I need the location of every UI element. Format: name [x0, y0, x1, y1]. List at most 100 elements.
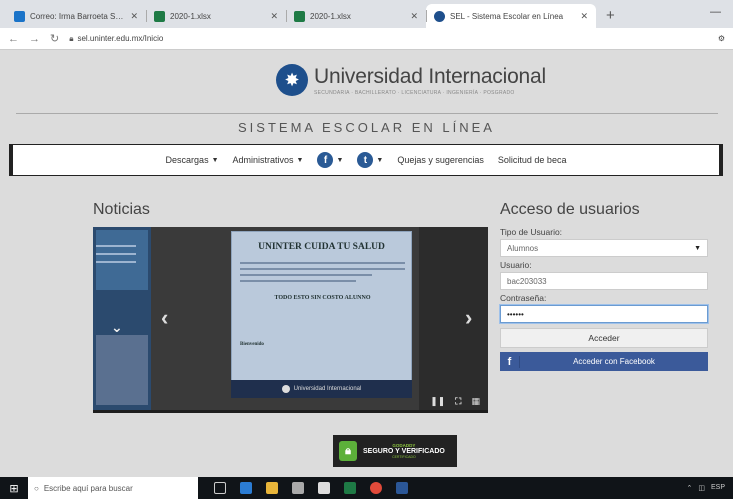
news-carousel: ⌄ ‹ UNINTER CUIDA TU SALUD TODO ESTO SIN…	[93, 227, 488, 413]
close-icon[interactable]: ✕	[130, 11, 138, 22]
text-line	[240, 268, 405, 270]
user-type-select[interactable]: Alumnos ▼	[500, 239, 708, 257]
menu-beca[interactable]: Solicitud de beca	[498, 155, 567, 165]
carousel-progress	[93, 410, 488, 413]
thumbnail-image[interactable]	[96, 335, 148, 405]
security-seal[interactable]: 🔒︎ GODADDY SEGURO Y VERIFICADO CERTIFICA…	[333, 435, 457, 467]
carousel-prev-button[interactable]: ‹	[161, 305, 168, 331]
menu-twitter[interactable]: t ▼	[357, 152, 383, 168]
address-bar: ← → ↻ 🔒︎ sel.uninter.edu.mx/Inicio ⚙	[0, 28, 733, 50]
search-icon: ○	[34, 483, 39, 493]
password-value: ••••••	[507, 309, 524, 319]
taskbar-search[interactable]: ○ Escribe aquí para buscar	[28, 477, 198, 499]
slide-greeting: Bienvenido	[240, 342, 264, 347]
chevron-down-icon: ▼	[376, 156, 384, 164]
star-logo-icon: ✸	[276, 64, 308, 96]
menu-descargas[interactable]: Descargas ▼	[166, 155, 219, 165]
slide-text	[240, 262, 405, 286]
browser-tab-mail[interactable]: Correo: Irma Barroeta Sanchez ✕	[6, 4, 146, 28]
carousel-next-button[interactable]: ›	[465, 305, 472, 331]
close-icon[interactable]: ✕	[270, 11, 278, 22]
login-form: Tipo de Usuario: Alumnos ▼ Usuario: bac2…	[500, 227, 708, 371]
user-type-value: Alumnos	[507, 243, 539, 253]
thumbnail-line	[96, 261, 136, 263]
user-label: Usuario:	[500, 260, 532, 270]
text-line	[240, 274, 372, 276]
chevron-down-icon[interactable]: ⌄	[111, 319, 123, 336]
new-tab-button[interactable]: +	[596, 7, 625, 28]
fullscreen-icon[interactable]: ⛶	[455, 396, 461, 407]
tab-title: Correo: Irma Barroeta Sanchez	[30, 11, 125, 21]
password-input[interactable]: ••••••	[500, 305, 708, 323]
tab-title: SEL - Sistema Escolar en Línea	[450, 11, 564, 21]
task-view-icon[interactable]	[214, 482, 226, 494]
menu-label: Administrativos	[232, 155, 294, 165]
facebook-login-label: Acceder con Facebook	[573, 357, 655, 366]
login-heading: Acceso de usuarios	[500, 201, 640, 218]
close-icon[interactable]: ✕	[410, 11, 418, 22]
folder-icon[interactable]	[266, 482, 278, 494]
excel-icon[interactable]	[344, 482, 356, 494]
close-icon[interactable]: ✕	[580, 11, 588, 22]
slide-heading: UNINTER CUIDA TU SALUD	[258, 242, 385, 252]
thumbnail-image[interactable]	[96, 230, 148, 290]
carousel-controls: ❚❚ ⛶ ▦	[430, 396, 480, 407]
browser-tab-sel[interactable]: SEL - Sistema Escolar en Línea ✕	[426, 4, 596, 28]
menu-administrativos[interactable]: Administrativos ▼	[233, 155, 304, 165]
taskbar: ⊞ ○ Escribe aquí para buscar ⌃ ◫ ESP	[0, 477, 733, 499]
user-type-label: Tipo de Usuario:	[500, 227, 563, 237]
store-icon[interactable]	[292, 482, 304, 494]
carousel-thumbnails: ⌄	[93, 227, 151, 413]
page-body: ✸ Universidad Internacional SECUNDARIA ·…	[0, 50, 733, 477]
university-name: Universidad Internacional	[314, 64, 546, 88]
reload-icon[interactable]: ↻	[50, 32, 59, 45]
seal-main: SEGURO Y VERIFICADO	[363, 448, 445, 455]
logo-icon	[281, 385, 290, 393]
noticias-heading: Noticias	[93, 201, 150, 218]
minimize-button[interactable]: —	[710, 6, 721, 18]
menu-facebook[interactable]: f ▼	[317, 152, 343, 168]
facebook-icon: f	[500, 355, 520, 368]
thumbnail-line	[96, 253, 136, 255]
university-tagline: SECUNDARIA · BACHILLERATO · LICENCIATURA…	[314, 89, 515, 96]
taskbar-apps	[198, 482, 408, 494]
menu-label: Descargas	[165, 155, 209, 165]
browser-tab-strip: Correo: Irma Barroeta Sanchez ✕ 2020-1.x…	[0, 0, 733, 28]
forward-icon[interactable]: →	[29, 33, 40, 45]
word-icon[interactable]	[396, 482, 408, 494]
facebook-login-button[interactable]: f Acceder con Facebook	[500, 352, 708, 371]
user-value: bac203033	[507, 276, 547, 286]
chevron-down-icon: ▼	[336, 156, 344, 164]
system-title: SISTEMA ESCOLAR EN LÍNEA	[238, 120, 495, 135]
facebook-icon: f	[317, 152, 334, 168]
tab-title: 2020-1.xlsx	[310, 11, 351, 21]
university-logo[interactable]: ✸ Universidad Internacional SECUNDARIA ·…	[276, 64, 546, 96]
chevron-down-icon: ▼	[694, 244, 701, 252]
browser-tab-xlsx-2[interactable]: 2020-1.xlsx ✕	[286, 4, 426, 28]
language-indicator[interactable]: ESP	[711, 484, 725, 492]
chrome-icon[interactable]	[370, 482, 382, 494]
news-slide[interactable]: UNINTER CUIDA TU SALUD TODO ESTO SIN COS…	[231, 231, 412, 381]
grid-icon[interactable]: ▦	[471, 396, 480, 407]
menu-quejas[interactable]: Quejas y sugerencias	[397, 155, 484, 165]
lock-icon: 🔒︎	[339, 441, 357, 461]
edge-icon[interactable]	[240, 482, 252, 494]
windows-start-icon[interactable]: ⊞	[0, 482, 28, 495]
system-tray: ⌃ ◫ ESP	[686, 484, 733, 492]
mail-icon	[14, 10, 25, 22]
slide-highlight: TODO ESTO SIN COSTO ALUNNO	[274, 295, 371, 301]
globe-icon	[434, 10, 445, 22]
mail-icon[interactable]	[318, 482, 330, 494]
extension-icon[interactable]: ⚙	[718, 34, 725, 43]
pause-icon[interactable]: ❚❚	[430, 396, 445, 407]
user-input[interactable]: bac203033	[500, 272, 708, 290]
volume-icon[interactable]: ◫	[698, 484, 705, 492]
back-icon[interactable]: ←	[8, 33, 19, 45]
network-icon[interactable]: ⌃	[686, 484, 692, 492]
slide-footer: Universidad Internacional	[231, 380, 412, 398]
lock-icon: 🔒︎	[69, 33, 74, 43]
url-field[interactable]: 🔒︎ sel.uninter.edu.mx/Inicio	[69, 34, 708, 44]
divider	[16, 113, 718, 114]
login-button[interactable]: Acceder	[500, 328, 708, 348]
browser-tab-xlsx-1[interactable]: 2020-1.xlsx ✕	[146, 4, 286, 28]
